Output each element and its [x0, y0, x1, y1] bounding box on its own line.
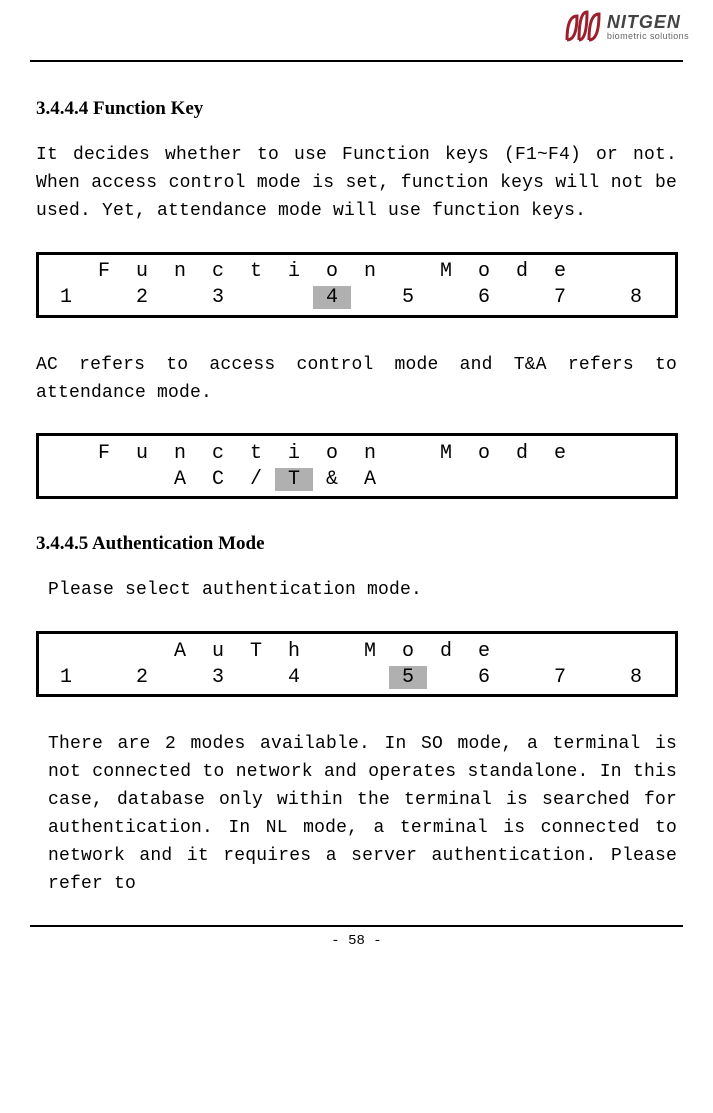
- lcd-cell: o: [389, 640, 427, 663]
- lcd-cell: 4: [275, 666, 313, 689]
- lcd-cell: A: [351, 468, 389, 491]
- lcd-cell: i: [275, 260, 313, 283]
- lcd-row: FunctionMode: [47, 259, 667, 285]
- page-number: - 58 -: [30, 933, 683, 949]
- lcd-cell: A: [161, 468, 199, 491]
- lcd-cell: u: [199, 640, 237, 663]
- lcd-cell: i: [275, 442, 313, 465]
- lcd-cell: c: [199, 442, 237, 465]
- lcd-cell: t: [237, 260, 275, 283]
- para-function-key-2: AC refers to access control mode and T&A…: [36, 352, 677, 408]
- brand-logo: NITGEN biometric solutions: [563, 10, 689, 44]
- fingerprint-icon: [563, 10, 603, 44]
- lcd-function-mode: FunctionModeAC/T&A: [36, 433, 678, 499]
- lcd-cell: e: [465, 640, 503, 663]
- lcd-cell: e: [541, 442, 579, 465]
- lcd-cell: 5: [389, 286, 427, 309]
- section-heading-function-key: 3.4.4.4 Function Key: [36, 98, 677, 120]
- lcd-cell: 1: [47, 666, 85, 689]
- lcd-cell: 7: [541, 666, 579, 689]
- lcd-cell: M: [427, 260, 465, 283]
- lcd-cell: n: [161, 442, 199, 465]
- logo-text: NITGEN biometric solutions: [607, 13, 689, 41]
- lcd-cell: o: [465, 442, 503, 465]
- para-function-key-1: It decides whether to use Function keys …: [36, 142, 677, 226]
- lcd-cell: d: [503, 442, 541, 465]
- lcd-row: AC/T&A: [47, 466, 667, 492]
- lcd-cell: T: [237, 640, 275, 663]
- para-auth-2: There are 2 modes available. In SO mode,…: [36, 731, 677, 898]
- lcd-cell: 1: [47, 286, 85, 309]
- lcd-cell: n: [351, 260, 389, 283]
- lcd-cell: o: [313, 260, 351, 283]
- lcd-cell: n: [351, 442, 389, 465]
- lcd-cell: 6: [465, 666, 503, 689]
- lcd-cell: 3: [199, 666, 237, 689]
- lcd-cell: F: [85, 260, 123, 283]
- lcd-row: 1 2 3 4 5 6 7 8: [47, 285, 667, 311]
- bottom-rule: [30, 925, 683, 927]
- lcd-cell: &: [313, 468, 351, 491]
- lcd-row: AuTh Mode: [47, 638, 667, 664]
- lcd-cell: u: [123, 260, 161, 283]
- lcd-cell: 3: [199, 286, 237, 309]
- lcd-cell: 5: [389, 666, 427, 689]
- page-root: NITGEN biometric solutions 3.4.4.4 Funct…: [0, 0, 713, 961]
- para-auth-1: Please select authentication mode.: [36, 577, 677, 605]
- lcd-cell: 7: [541, 286, 579, 309]
- lcd-cell: e: [541, 260, 579, 283]
- lcd-cell: o: [313, 442, 351, 465]
- lcd-cell: F: [85, 442, 123, 465]
- lcd-cell: /: [237, 468, 275, 491]
- lcd-cell: d: [503, 260, 541, 283]
- lcd-cell: n: [161, 260, 199, 283]
- lcd-row: 1 2 3 4 5 6 7 8: [47, 664, 667, 690]
- lcd-cell: T: [275, 468, 313, 491]
- lcd-cell: C: [199, 468, 237, 491]
- lcd-cell: M: [351, 640, 389, 663]
- lcd-function-numbers: FunctionMode12345678: [36, 252, 678, 318]
- lcd-cell: 2: [123, 666, 161, 689]
- lcd-cell: A: [161, 640, 199, 663]
- lcd-auth-mode: AuTh Mode 1 2 3 4 5 6 7 8: [36, 631, 678, 697]
- logo-sub: biometric solutions: [607, 32, 689, 41]
- lcd-cell: t: [237, 442, 275, 465]
- lcd-row: FunctionMode: [47, 440, 667, 466]
- lcd-cell: 6: [465, 286, 503, 309]
- lcd-cell: 4: [313, 286, 351, 309]
- lcd-cell: c: [199, 260, 237, 283]
- lcd-cell: h: [275, 640, 313, 663]
- lcd-cell: o: [465, 260, 503, 283]
- lcd-cell: 8: [617, 286, 655, 309]
- section-heading-auth-mode: 3.4.4.5 Authentication Mode: [36, 533, 677, 555]
- logo-brand: NITGEN: [607, 12, 681, 32]
- lcd-cell: u: [123, 442, 161, 465]
- content-area: 3.4.4.4 Function Key It decides whether …: [30, 62, 683, 899]
- lcd-cell: M: [427, 442, 465, 465]
- lcd-cell: 8: [617, 666, 655, 689]
- lcd-cell: 2: [123, 286, 161, 309]
- lcd-cell: d: [427, 640, 465, 663]
